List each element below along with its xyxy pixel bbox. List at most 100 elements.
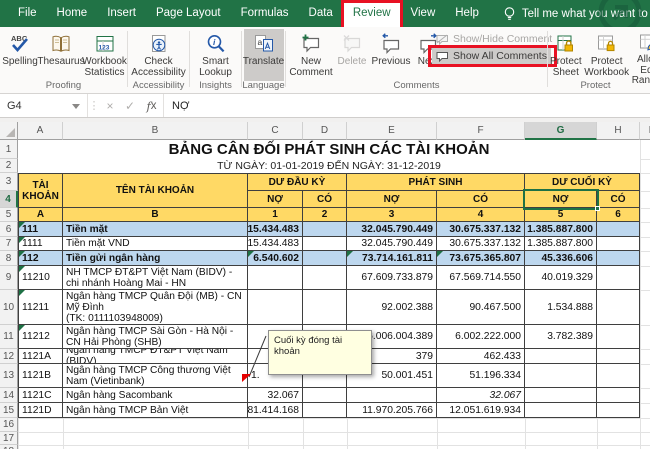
spelling-button[interactable]: ABC Spelling [0, 29, 40, 81]
translate-button[interactable]: a Translate [244, 29, 284, 81]
cell-F14[interactable]: 32.067 [437, 388, 525, 403]
cell-E8[interactable]: 73.714.161.811 [347, 251, 437, 266]
cell-C14[interactable]: 32.067 [248, 388, 303, 403]
cell-B14[interactable]: Ngân hàng Sacombank [63, 388, 248, 403]
column-header-I[interactable]: I [640, 122, 650, 140]
cell-C5[interactable]: 1 [248, 208, 303, 222]
cell-A7[interactable]: 1111 [18, 237, 63, 251]
cell-B10[interactable]: Ngân hàng TMCP Quân Đội (MB) - CN Mỹ Đìn… [63, 290, 248, 325]
cell-B11[interactable]: Ngân hàng TMCP Sài Gòn - Hà Nội - CN Hải… [63, 325, 248, 349]
row-header-14[interactable]: 14 [0, 388, 18, 403]
confirm-entry-icon[interactable]: ✓ [120, 94, 140, 117]
column-header-G[interactable]: G [525, 122, 597, 140]
cell-D4[interactable]: CÓ [303, 191, 347, 208]
cell-H8[interactable] [597, 251, 640, 266]
cell-F6[interactable]: 30.675.337.132 [437, 222, 525, 237]
cell-E9[interactable]: 67.609.733.879 [347, 266, 437, 290]
cell-B5[interactable]: B [63, 208, 248, 222]
row-header-17[interactable]: 17 [0, 432, 18, 445]
tab-formulas[interactable]: Formulas [231, 0, 299, 27]
tab-data[interactable]: Data [299, 0, 343, 27]
cell-D9[interactable] [303, 266, 347, 290]
cell-H9[interactable] [597, 266, 640, 290]
check-accessibility-button[interactable]: Check Accessibility [131, 29, 187, 81]
delete-comment-button[interactable]: Delete [334, 29, 370, 81]
cell-G6[interactable]: 1.385.887.800 [525, 222, 597, 237]
row-header-9[interactable]: 9 [0, 266, 18, 290]
cell-A15[interactable]: 1121D [18, 403, 63, 418]
cell-B7[interactable]: Tiền mặt VND [63, 237, 248, 251]
cell-A8[interactable]: 112 [18, 251, 63, 266]
cell-F12[interactable]: 462.433 [437, 349, 525, 364]
cell-E14[interactable] [347, 388, 437, 403]
thesaurus-button[interactable]: Thesaurus [40, 29, 82, 81]
header-movement[interactable]: PHÁT SINH [347, 173, 525, 191]
show-hide-comment-button[interactable]: Show/Hide Comment [432, 31, 556, 47]
cell-A6[interactable]: 111 [18, 222, 63, 237]
column-header-F[interactable]: F [437, 122, 525, 140]
row-header-8[interactable]: 8 [0, 251, 18, 266]
tab-help[interactable]: Help [445, 0, 489, 27]
tab-home[interactable]: Home [47, 0, 98, 27]
cell-A10[interactable]: 11211 [18, 290, 63, 325]
row-header-6[interactable]: 6 [0, 222, 18, 237]
cell-G15[interactable] [525, 403, 597, 418]
cell-B13[interactable]: Ngân hàng TMCP Công thương Việt Nam (Vie… [63, 364, 248, 388]
cell-G9[interactable]: 40.019.329 [525, 266, 597, 290]
cell-E4[interactable]: NỢ [347, 191, 437, 208]
row-header-5[interactable]: 5 [0, 208, 18, 222]
cell-A13[interactable]: 1121B [18, 364, 63, 388]
cell-H7[interactable] [597, 237, 640, 251]
tab-view[interactable]: View [401, 0, 446, 27]
cell-B15[interactable]: Ngân hàng TMCP Bản Việt [63, 403, 248, 418]
name-box-dropdown-icon[interactable] [72, 104, 80, 109]
cell-D15[interactable] [303, 403, 347, 418]
row-header-7[interactable]: 7 [0, 237, 18, 251]
cell-D10[interactable] [303, 290, 347, 325]
cell-B6[interactable]: Tiền mặt [63, 222, 248, 237]
row-header-15[interactable]: 15 [0, 403, 18, 418]
cell-D6[interactable] [303, 222, 347, 237]
cell-G10[interactable]: 1.534.888 [525, 290, 597, 325]
tab-review[interactable]: Review [343, 0, 401, 27]
column-header-D[interactable]: D [303, 122, 347, 140]
tab-insert[interactable]: Insert [97, 0, 146, 27]
tab-page-layout[interactable]: Page Layout [146, 0, 231, 27]
cell-G7[interactable]: 1.385.887.800 [525, 237, 597, 251]
cell-F4[interactable]: CÓ [437, 191, 525, 208]
row-header-2[interactable]: 2 [0, 159, 18, 173]
cell-H14[interactable] [597, 388, 640, 403]
row-header-16[interactable]: 16 [0, 418, 18, 432]
cell-G8[interactable]: 45.336.606 [525, 251, 597, 266]
select-all-corner[interactable] [0, 122, 18, 140]
cell-H12[interactable] [597, 349, 640, 364]
row-header-1[interactable]: 1 [0, 140, 18, 159]
cell-C15[interactable]: 81.414.168 [248, 403, 303, 418]
cell-C10[interactable] [248, 290, 303, 325]
cell-G13[interactable] [525, 364, 597, 388]
cell-F15[interactable]: 12.051.619.934 [437, 403, 525, 418]
header-opening-balance[interactable]: DƯ ĐẦU KỲ [248, 173, 347, 191]
cell-B8[interactable]: Tiền gửi ngân hàng [63, 251, 248, 266]
cell-D7[interactable] [303, 237, 347, 251]
cell-B12[interactable]: Ngân hàng TMCP ĐT&PT Việt Nam (BIDV) [63, 349, 248, 364]
row-header-3[interactable]: 3 [0, 173, 18, 191]
cell-G5[interactable]: 5 [525, 208, 597, 222]
cell-F9[interactable]: 67.569.714.550 [437, 266, 525, 290]
cell-D8[interactable] [303, 251, 347, 266]
header-closing-balance[interactable]: DƯ CUỐI KỲ [525, 173, 640, 191]
column-header-E[interactable]: E [347, 122, 437, 140]
cell-D14[interactable] [303, 388, 347, 403]
cell-G4[interactable]: NỢ [525, 191, 597, 208]
cell-B9[interactable]: NH TMCP ĐT&PT Việt Nam (BIDV) - chi nhán… [63, 266, 248, 290]
cell-H6[interactable] [597, 222, 640, 237]
protect-sheet-button[interactable]: Protect Sheet [548, 29, 584, 81]
protect-workbook-button[interactable]: Protect Workbook [584, 29, 630, 81]
cell-A9[interactable]: 11210 [18, 266, 63, 290]
cell-A5[interactable]: A [18, 208, 63, 222]
previous-comment-button[interactable]: Previous [370, 29, 412, 81]
cell-H15[interactable] [597, 403, 640, 418]
cell-G14[interactable] [525, 388, 597, 403]
cell-G12[interactable] [525, 349, 597, 364]
cell-C7[interactable]: 15.434.483 [248, 237, 303, 251]
